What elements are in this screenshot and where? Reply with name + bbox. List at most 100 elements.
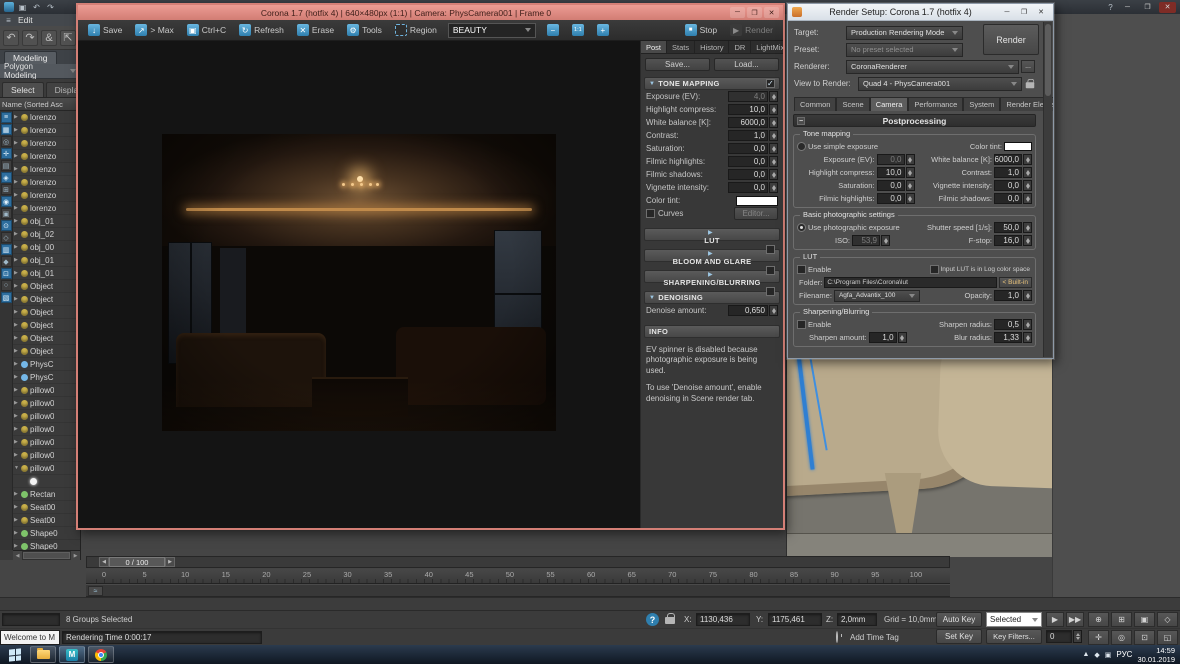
frame-spinner[interactable] <box>1073 630 1082 643</box>
render-setup-scrollbar[interactable] <box>1043 22 1052 357</box>
explorer-row[interactable]: ▶ lorenzo <box>13 189 80 202</box>
expand-arrow-icon[interactable]: ▶ <box>14 309 21 315</box>
maximize-button[interactable]: ❐ <box>1139 2 1156 13</box>
section-denoising[interactable]: DENOISING <box>644 291 780 304</box>
zoom-icon[interactable] <box>1088 612 1109 627</box>
sharpen-amount-field[interactable]: 1,0 <box>869 332 907 343</box>
start-button[interactable] <box>3 646 27 663</box>
spinner[interactable] <box>906 193 915 204</box>
expand-arrow-icon[interactable]: ▶ <box>14 257 21 263</box>
explorer-row[interactable]: ▶ pillow0 <box>13 436 80 449</box>
explorer-row[interactable]: ▶ lorenzo <box>13 124 80 137</box>
explorer-row[interactable]: ▶ obj_01 <box>13 267 80 280</box>
field-value[interactable]: 0,0 <box>728 182 768 193</box>
sharpen-amount-value[interactable]: 1,0 <box>869 332 897 343</box>
explorer-row[interactable]: ▶ obj_01 <box>13 254 80 267</box>
start-render-button[interactable]: Render <box>724 22 779 39</box>
explorer-row[interactable]: ▶ pillow0 <box>13 410 80 423</box>
explorer-tool-icon[interactable]: ◎ <box>1 136 12 147</box>
explorer-row[interactable]: ▶ lorenzo <box>13 137 80 150</box>
scroll-left-button[interactable] <box>13 551 22 560</box>
explorer-row[interactable]: ▶ lorenzo <box>13 150 80 163</box>
timeline-ruler[interactable]: 0510152025303540455055606570758085909510… <box>86 569 950 584</box>
vfb-tab[interactable]: History <box>695 41 729 53</box>
expand-arrow-icon[interactable]: ▶ <box>14 374 21 380</box>
spinner[interactable] <box>1023 154 1032 165</box>
lut-checkbox[interactable] <box>766 245 775 254</box>
close-button[interactable]: ✕ <box>764 7 779 18</box>
explorer-row[interactable]: ▶ Object <box>13 280 80 293</box>
expand-arrow-icon[interactable]: ▶ <box>14 530 21 536</box>
taskbar-chrome-button[interactable] <box>88 646 114 663</box>
zoom-all-icon[interactable] <box>1111 612 1132 627</box>
field-value[interactable]: 10,0 <box>877 167 905 178</box>
scroll-right-button[interactable] <box>71 551 80 560</box>
target-dropdown[interactable]: Production Rendering Mode <box>846 26 963 40</box>
explorer-row[interactable]: ▶ pillow0 <box>13 397 80 410</box>
explorer-row[interactable]: ▶ pillow0 <box>13 449 80 462</box>
select-object-icon[interactable] <box>60 30 76 46</box>
opacity-value[interactable]: 1,0 <box>994 290 1022 301</box>
previous-frame-button[interactable] <box>99 557 109 567</box>
curves-checkbox[interactable] <box>646 209 655 218</box>
number-field[interactable]: 10,0 <box>877 167 915 178</box>
tab-select[interactable]: Select <box>2 82 44 97</box>
minimize-button[interactable]: ─ <box>999 6 1015 18</box>
field-value[interactable]: 0,0 <box>994 193 1022 204</box>
expand-arrow-icon[interactable]: ▶ <box>14 426 21 432</box>
explorer-row[interactable]: ▶ pillow0 <box>13 384 80 397</box>
set-key-button[interactable]: Set Key <box>936 629 982 644</box>
expand-arrow-icon[interactable]: ▶ <box>14 387 21 393</box>
time-slider-handle[interactable]: 0 / 100 <box>99 557 175 567</box>
explorer-row[interactable]: ▶ obj_00 <box>13 241 80 254</box>
explorer-tool-icon[interactable]: ▦ <box>1 124 12 135</box>
number-field[interactable]: 6000,0 <box>994 154 1032 165</box>
spinner[interactable] <box>906 167 915 178</box>
explorer-tool-icon[interactable]: ▧ <box>1 292 12 303</box>
explorer-column-header[interactable]: Name (Sorted Asc <box>0 98 80 111</box>
number-field[interactable]: 0,0 <box>877 154 915 165</box>
vfb-tab[interactable]: Stats <box>667 41 695 53</box>
tray-status-icon[interactable] <box>1094 651 1099 659</box>
explorer-tool-icon[interactable]: ▤ <box>1 160 12 171</box>
field-value[interactable]: 0,0 <box>728 169 768 180</box>
blur-radius-field[interactable]: 1,33 <box>994 332 1032 343</box>
explorer-row[interactable]: ▼ pillow0 <box>13 462 80 475</box>
lut-log-checkbox[interactable] <box>930 265 939 274</box>
fstop-value[interactable]: 16,0 <box>994 235 1022 246</box>
expand-arrow-icon[interactable]: ▶ <box>14 400 21 406</box>
render-setup-tab[interactable]: Scene <box>836 97 869 111</box>
3dsmax-app-logo[interactable] <box>4 2 14 12</box>
undo-icon[interactable] <box>3 30 19 46</box>
spinner[interactable] <box>769 182 778 193</box>
vfb-toolbar-button[interactable]: Erase <box>291 22 340 39</box>
lut-filename-dropdown[interactable]: Agfa_Advantix_100 <box>834 290 920 302</box>
scrollbar-thumb[interactable] <box>1045 24 1051 96</box>
selection-set-dropdown[interactable]: Selected <box>986 612 1042 627</box>
go-to-end-icon[interactable] <box>1066 612 1084 627</box>
renderer-dropdown[interactable]: CoronaRenderer <box>846 60 1019 74</box>
field-value[interactable]: 1,0 <box>728 130 768 141</box>
vfb-toolbar-button[interactable]: Tools <box>341 22 388 39</box>
taskbar-explorer-button[interactable] <box>30 646 56 663</box>
close-button[interactable]: ✕ <box>1033 6 1049 18</box>
maximize-viewport-icon[interactable] <box>1157 630 1178 645</box>
expand-arrow-icon[interactable]: ▶ <box>14 140 21 146</box>
spinner[interactable] <box>1023 235 1032 246</box>
workspace-icon[interactable] <box>3 15 14 26</box>
bloom-checkbox[interactable] <box>766 266 775 275</box>
minimize-button[interactable]: ─ <box>730 7 745 18</box>
render-canvas[interactable] <box>78 41 641 528</box>
current-frame-label[interactable]: 0 / 100 <box>109 557 165 567</box>
tray-show-hidden-icon[interactable] <box>1082 651 1089 658</box>
explorer-row[interactable]: ▶ lorenzo <box>13 176 80 189</box>
spinner[interactable] <box>906 180 915 191</box>
redo-icon[interactable] <box>45 2 56 13</box>
spinner[interactable] <box>769 104 778 115</box>
vfb-toolbar-button[interactable]: Save <box>82 22 128 39</box>
number-field[interactable]: 0,650 <box>728 305 778 316</box>
blur-radius-value[interactable]: 1,33 <box>994 332 1022 343</box>
vfb-toolbar-button[interactable]: Ctrl+C <box>181 22 232 39</box>
spinner[interactable] <box>769 305 778 316</box>
explorer-tool-icon[interactable]: ◆ <box>1 256 12 267</box>
